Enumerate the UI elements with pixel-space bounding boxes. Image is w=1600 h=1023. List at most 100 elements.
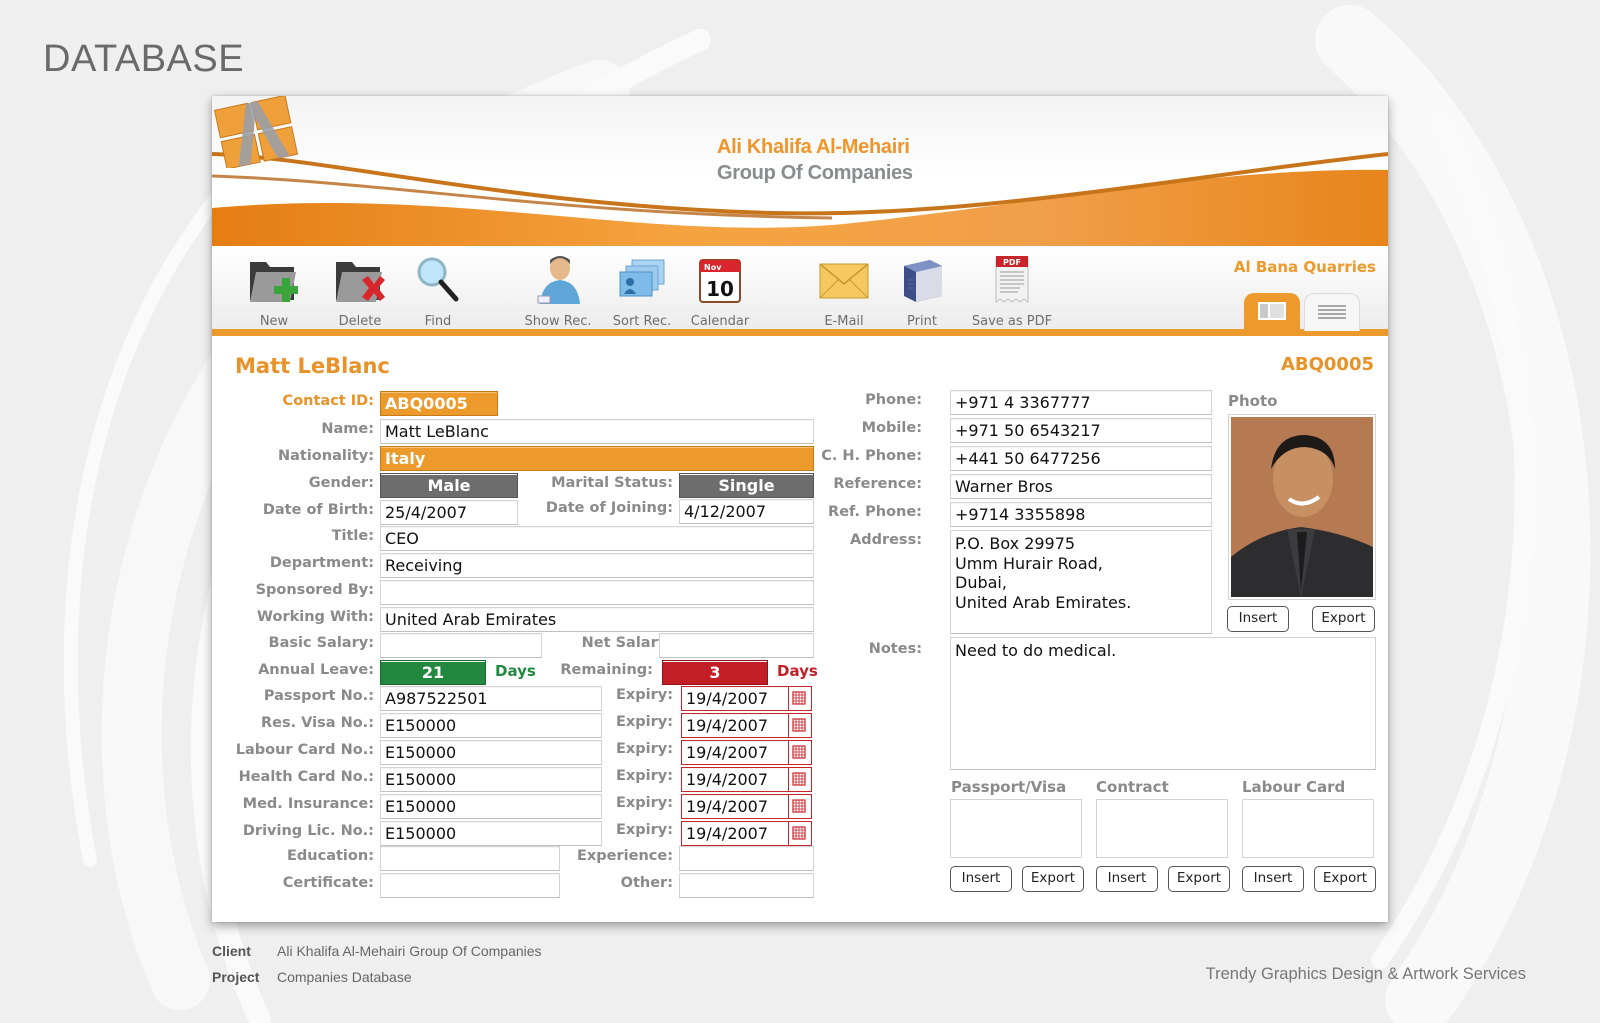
database-app-window: Ali Khalifa Al-Mehairi Group Of Companie…: [212, 96, 1388, 922]
med-insurance-label: Med. Insurance:: [242, 796, 374, 812]
find-button[interactable]: Find: [398, 252, 478, 329]
ch-phone-field[interactable]: +441 50 6477256: [950, 446, 1212, 471]
cards-icon: [619, 259, 665, 297]
notes-label: Notes:: [868, 641, 922, 657]
working-with-label: Working With:: [257, 609, 374, 625]
contract-dropzone[interactable]: [1096, 799, 1228, 858]
ref-phone-label: Ref. Phone:: [828, 504, 922, 520]
employee-photo: [1231, 417, 1373, 597]
health-card-calendar-button[interactable]: [788, 768, 810, 791]
department-field[interactable]: Receiving: [380, 553, 814, 578]
sort-rec-label: Sort Rec.: [612, 314, 672, 329]
basic-salary-field[interactable]: [380, 633, 542, 658]
certificate-field[interactable]: [380, 873, 560, 898]
ch-phone-label: C. H. Phone:: [821, 448, 922, 464]
reference-label: Reference:: [833, 476, 922, 492]
show-rec-button[interactable]: Show Rec.: [518, 252, 598, 329]
show-rec-label: Show Rec.: [524, 314, 592, 329]
mobile-field[interactable]: +971 50 6543217: [950, 418, 1212, 443]
education-field[interactable]: [380, 846, 560, 871]
form-view-tab[interactable]: [1244, 293, 1300, 331]
folder-delete-icon: [336, 262, 385, 302]
passport-calendar-button[interactable]: [788, 687, 810, 710]
health-card-number-field[interactable]: E150000: [380, 767, 602, 792]
contract-insert-button[interactable]: Insert: [1096, 866, 1158, 892]
experience-field[interactable]: [679, 846, 814, 871]
labour-card-dropzone[interactable]: [1242, 799, 1374, 858]
dob-label: Date of Birth:: [262, 502, 374, 518]
doj-field[interactable]: 4/12/2007: [679, 499, 814, 524]
nationality-field[interactable]: Italy: [380, 446, 814, 471]
remaining-unit: Days: [777, 662, 818, 680]
save-pdf-label: Save as PDF: [971, 314, 1053, 329]
health-card-expiry-label: Expiry:: [615, 768, 673, 784]
ref-phone-field[interactable]: +9714 3355898: [950, 502, 1212, 527]
marital-status-field[interactable]: Single: [679, 473, 814, 498]
sort-rec-button[interactable]: Sort Rec.: [602, 252, 682, 329]
find-label: Find: [424, 314, 452, 329]
contract-export-button[interactable]: Export: [1168, 866, 1230, 892]
passport-number-field[interactable]: A987522501: [380, 686, 602, 711]
photo-label: Photo: [1228, 392, 1278, 410]
gender-field[interactable]: Male: [380, 473, 518, 498]
passport-visa-dropzone[interactable]: [950, 799, 1082, 858]
labour-card-insert-button[interactable]: Insert: [1242, 866, 1304, 892]
svg-text:10: 10: [706, 277, 734, 301]
labour-card-export-button[interactable]: Export: [1314, 866, 1376, 892]
contact-id-field[interactable]: ABQ0005: [380, 391, 498, 416]
agency-credit: Trendy Graphics Design & Artwork Service…: [1205, 965, 1526, 983]
name-label: Name:: [321, 421, 374, 437]
delete-button[interactable]: Delete: [320, 252, 400, 329]
res-visa-number-field[interactable]: E150000: [380, 713, 602, 738]
calendar-grid-icon: [792, 691, 806, 705]
phone-field[interactable]: +971 4 3367777: [950, 390, 1212, 415]
address-field[interactable]: P.O. Box 29975 Umm Hurair Road, Dubai, U…: [950, 530, 1212, 634]
list-view-tab[interactable]: [1304, 293, 1360, 331]
client-value: Ali Khalifa Al-Mehairi Group Of Companie…: [277, 943, 542, 959]
med-insurance-number-field[interactable]: E150000: [380, 794, 602, 819]
address-label: Address:: [849, 532, 922, 548]
save-pdf-button[interactable]: PDF Save as PDF: [964, 252, 1060, 329]
annual-leave-field[interactable]: 21: [380, 660, 486, 685]
magnifier-icon: [417, 257, 459, 302]
project-value: Companies Database: [277, 969, 412, 985]
reference-field[interactable]: Warner Bros: [950, 474, 1212, 499]
passport-visa-insert-button[interactable]: Insert: [950, 866, 1012, 892]
toolbar: New Delete Find Show Rec. Sort Rec. Nov …: [212, 246, 1388, 336]
photo-export-button[interactable]: Export: [1312, 606, 1375, 632]
company-logo-icon: [213, 96, 299, 168]
labour-card-calendar-button[interactable]: [788, 741, 810, 764]
notes-field[interactable]: Need to do medical.: [950, 637, 1376, 770]
name-field[interactable]: Matt LeBlanc: [380, 419, 814, 444]
labour-card-number-field[interactable]: E150000: [380, 740, 602, 765]
print-button[interactable]: Print: [882, 252, 962, 329]
calendar-label: Calendar: [690, 314, 750, 329]
record-title-id: ABQ0005: [1280, 354, 1374, 375]
print-label: Print: [907, 314, 937, 329]
page-heading: DATABASE: [43, 38, 245, 80]
res-visa-calendar-button[interactable]: [788, 714, 810, 737]
title-field[interactable]: CEO: [380, 526, 814, 551]
calendar-grid-icon: [792, 826, 806, 840]
driving-lic-calendar-button[interactable]: [788, 822, 810, 845]
list-view-icon: [1318, 305, 1346, 319]
med-insurance-calendar-button[interactable]: [788, 795, 810, 818]
contract-label: Contract: [1096, 778, 1169, 796]
email-button[interactable]: E-Mail: [804, 252, 884, 329]
photo-insert-button[interactable]: Insert: [1227, 606, 1289, 632]
experience-label: Experience:: [577, 848, 673, 864]
passport-visa-export-button[interactable]: Export: [1022, 866, 1084, 892]
printer-icon: [904, 260, 942, 302]
user-icon: [537, 256, 580, 304]
dob-field[interactable]: 25/4/2007: [380, 500, 518, 525]
sponsored-by-field[interactable]: [380, 580, 814, 605]
net-salary-field[interactable]: [659, 633, 814, 658]
calendar-button[interactable]: Nov 10 Calendar: [680, 252, 760, 329]
nationality-label: Nationality:: [277, 448, 374, 464]
working-with-field[interactable]: United Arab Emirates: [380, 607, 814, 632]
svg-text:PDF: PDF: [1003, 258, 1021, 267]
driving-lic-number-field[interactable]: E150000: [380, 821, 602, 846]
new-button[interactable]: New: [234, 252, 314, 329]
other-field[interactable]: [679, 873, 814, 898]
remaining-field[interactable]: 3: [662, 660, 768, 685]
